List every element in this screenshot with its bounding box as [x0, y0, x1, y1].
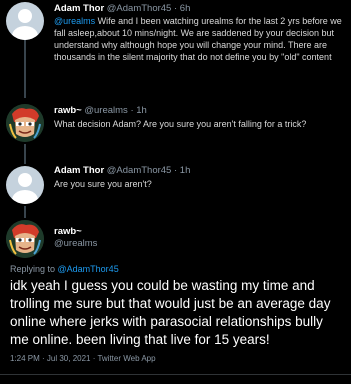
tweet-body: Wife and I been watching urealms for the… [54, 16, 342, 62]
default-avatar-icon [12, 173, 38, 204]
avatar[interactable] [6, 220, 44, 258]
mention-link[interactable]: @urealms [54, 16, 95, 26]
thread-line [24, 144, 26, 164]
divider [0, 374, 351, 375]
display-name[interactable]: rawb~ [54, 226, 82, 237]
tweet-header: Adam Thor @AdamThor45 · 1h [54, 165, 190, 176]
handle[interactable]: @urealms [54, 238, 97, 249]
avatar[interactable] [6, 104, 44, 142]
tweet-text: What decision Adam? Are you sure you are… [54, 119, 307, 129]
cartoon-avatar-icon [6, 220, 44, 258]
timestamp[interactable]: 1h [136, 105, 147, 116]
handle[interactable]: @urealms [84, 105, 127, 116]
thread-line [24, 40, 26, 98]
main-tweet-text: idk yeah I guess you could be wasting my… [10, 278, 331, 347]
tweet-text: @urealms Wife and I been watching urealm… [54, 15, 344, 63]
separator: · [171, 165, 180, 176]
display-name[interactable]: rawb~ [54, 105, 82, 116]
replying-label: Replying to [10, 264, 58, 274]
display-name[interactable]: Adam Thor [54, 3, 104, 14]
tweet-header: Adam Thor @AdamThor45 · 6h [54, 3, 190, 14]
tweet-text: Are you sure you aren't? [54, 179, 152, 189]
separator: · [171, 3, 180, 14]
tweet-meta[interactable]: 1:24 PM · Jul 30, 2021 · Twitter Web App [10, 354, 156, 363]
default-avatar-icon [12, 9, 38, 40]
thread-line [24, 206, 26, 218]
avatar[interactable] [6, 166, 44, 204]
display-name[interactable]: Adam Thor [54, 165, 104, 176]
mention-link[interactable]: @AdamThor45 [58, 264, 119, 274]
tweet-header: rawb~ @urealms · 1h [54, 105, 147, 116]
replying-to: Replying to @AdamThor45 [10, 264, 119, 274]
timestamp[interactable]: 1h [180, 165, 191, 176]
separator: · [127, 105, 137, 116]
handle[interactable]: @AdamThor45 [107, 165, 172, 176]
avatar[interactable] [6, 2, 44, 40]
handle[interactable]: @AdamThor45 [107, 3, 172, 14]
cartoon-avatar-icon [6, 104, 44, 142]
timestamp[interactable]: 6h [180, 3, 191, 14]
